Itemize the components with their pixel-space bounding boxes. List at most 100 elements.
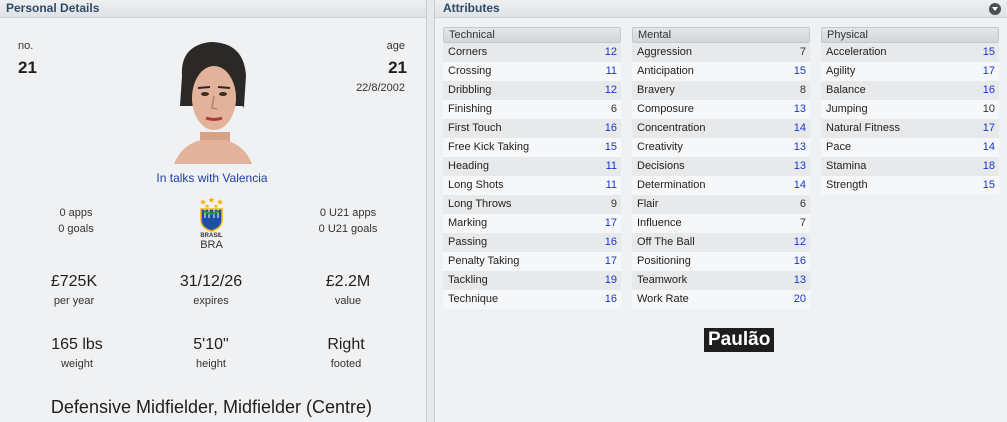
attribute-row[interactable]: Long Shots 11 (443, 176, 621, 195)
preferred-foot-value: Right (327, 336, 365, 353)
technical-attributes: Technical Corners 12 Crossing 11 Dribbling 12… (443, 27, 621, 309)
attribute-row[interactable]: Free Kick Taking 15 (443, 138, 621, 157)
attribute-label: Pace (826, 141, 852, 153)
physical-attributes: Physical Acceleration 15 Agility 17 Balance 1… (821, 27, 999, 195)
attribute-label: Acceleration (826, 46, 887, 58)
attribute-row[interactable]: Dribbling 12 (443, 81, 621, 100)
attribute-value: 12 (604, 84, 617, 96)
attribute-row[interactable]: Strength 15 (821, 176, 999, 195)
attribute-label: Agility (826, 65, 856, 77)
attribute-row[interactable]: Agility 17 (821, 62, 999, 81)
attribute-value: 14 (982, 141, 995, 153)
attribute-row[interactable]: Composure 13 (632, 100, 810, 119)
attribute-row[interactable]: Anticipation 15 (632, 62, 810, 81)
chevron-down-icon[interactable] (989, 3, 1001, 15)
technical-header: Technical (443, 27, 621, 43)
attribute-value: 7 (799, 46, 806, 58)
attribute-value: 17 (604, 217, 617, 229)
contract-status-link[interactable]: In talks with Valencia (112, 171, 312, 185)
attribute-label: Jumping (826, 103, 868, 115)
attribute-row[interactable]: Aggression 7 (632, 43, 810, 62)
attribute-value: 15 (604, 141, 617, 153)
attribute-value: 16 (982, 84, 995, 96)
date-of-birth: 22/8/2002 (356, 82, 405, 94)
height-value: 5'10" (193, 336, 229, 353)
wage-label: per year (53, 295, 95, 307)
attribute-value: 13 (793, 103, 806, 115)
attribute-row[interactable]: Natural Fitness 17 (821, 119, 999, 138)
attribute-label: Corners (448, 46, 488, 58)
attributes-header: Attributes (435, 0, 1007, 18)
attribute-row[interactable]: Bravery 8 (632, 81, 810, 100)
attribute-label: Influence (637, 217, 682, 229)
attribute-row[interactable]: Crossing 11 (443, 62, 621, 81)
personal-details-header: Personal Details (0, 0, 426, 18)
attribute-value: 7 (799, 217, 806, 229)
attribute-row[interactable]: Creativity 13 (632, 138, 810, 157)
attribute-row[interactable]: Flair 6 (632, 195, 810, 214)
attribute-label: Free Kick Taking (448, 141, 530, 153)
attribute-row[interactable]: Tackling 19 (443, 271, 621, 290)
attribute-row[interactable]: Stamina 18 (821, 157, 999, 176)
attribute-value: 13 (793, 274, 806, 286)
attribute-row[interactable]: Penalty Taking 17 (443, 252, 621, 271)
wage-value: £725K (50, 273, 98, 290)
attribute-row[interactable]: Marking 17 (443, 214, 621, 233)
contract-expiry-label: expires (193, 295, 229, 307)
attribute-value: 12 (604, 46, 617, 58)
attribute-label: Marking (448, 217, 488, 229)
attribute-row[interactable]: Finishing 6 (443, 100, 621, 119)
attribute-value: 13 (793, 141, 806, 153)
attribute-label: Bravery (637, 84, 675, 96)
attribute-row[interactable]: Decisions 13 (632, 157, 810, 176)
attribute-row[interactable]: Off The Ball 12 (632, 233, 810, 252)
attribute-label: Creativity (637, 141, 683, 153)
weight-label: weight (61, 358, 93, 370)
attribute-row[interactable]: Long Throws 9 (443, 195, 621, 214)
attribute-value: 15 (793, 65, 806, 77)
nation-crest-icon[interactable] (196, 196, 227, 238)
attribute-row[interactable]: Influence 7 (632, 214, 810, 233)
player-name: Paulão (704, 328, 775, 352)
nation-code: BRA (200, 239, 223, 251)
attribute-label: Passing (448, 236, 488, 248)
u21-apps-count: 0 U21 apps (319, 207, 377, 219)
attribute-value: 18 (982, 160, 995, 172)
attribute-row[interactable]: Balance 16 (821, 81, 999, 100)
attribute-label: Long Throws (448, 198, 512, 210)
attribute-row[interactable]: Concentration 14 (632, 119, 810, 138)
attribute-label: First Touch (448, 122, 502, 134)
attribute-value: 10 (982, 103, 995, 115)
attribute-row[interactable]: Pace 14 (821, 138, 999, 157)
attribute-value: 11 (605, 160, 617, 172)
mental-attributes: Mental Aggression 7 Anticipation 15 Bravery 8… (632, 27, 810, 309)
contract-expiry-value: 31/12/26 (179, 273, 243, 290)
attribute-row[interactable]: Jumping 10 (821, 100, 999, 119)
attribute-row[interactable]: Teamwork 13 (632, 271, 810, 290)
attribute-label: Positioning (637, 255, 691, 267)
player-portrait (174, 36, 252, 164)
attribute-value: 9 (610, 198, 617, 210)
attribute-row[interactable]: Work Rate 20 (632, 290, 810, 309)
attribute-row[interactable]: Passing 16 (443, 233, 621, 252)
attribute-row[interactable]: Heading 11 (443, 157, 621, 176)
attribute-row[interactable]: Technique 16 (443, 290, 621, 309)
apps-count: 0 apps (59, 207, 93, 219)
attribute-row[interactable]: Acceleration 15 (821, 43, 999, 62)
attribute-value: 15 (982, 46, 995, 58)
attribute-label: Finishing (448, 103, 493, 115)
attribute-label: Flair (637, 198, 659, 210)
attribute-label: Off The Ball (637, 236, 695, 248)
weight-value: 165 lbs (51, 336, 103, 353)
attribute-value: 11 (605, 179, 617, 191)
age-label: age (386, 40, 405, 52)
attribute-row[interactable]: First Touch 16 (443, 119, 621, 138)
attribute-value: 11 (605, 65, 617, 77)
attribute-row[interactable]: Positioning 16 (632, 252, 810, 271)
attribute-label: Natural Fitness (826, 122, 900, 134)
attribute-label: Balance (826, 84, 866, 96)
attribute-row[interactable]: Corners 12 (443, 43, 621, 62)
player-positions: Defensive Midfielder, Midfielder (Centre… (50, 397, 373, 417)
attribute-row[interactable]: Determination 14 (632, 176, 810, 195)
attribute-label: Strength (826, 179, 868, 191)
